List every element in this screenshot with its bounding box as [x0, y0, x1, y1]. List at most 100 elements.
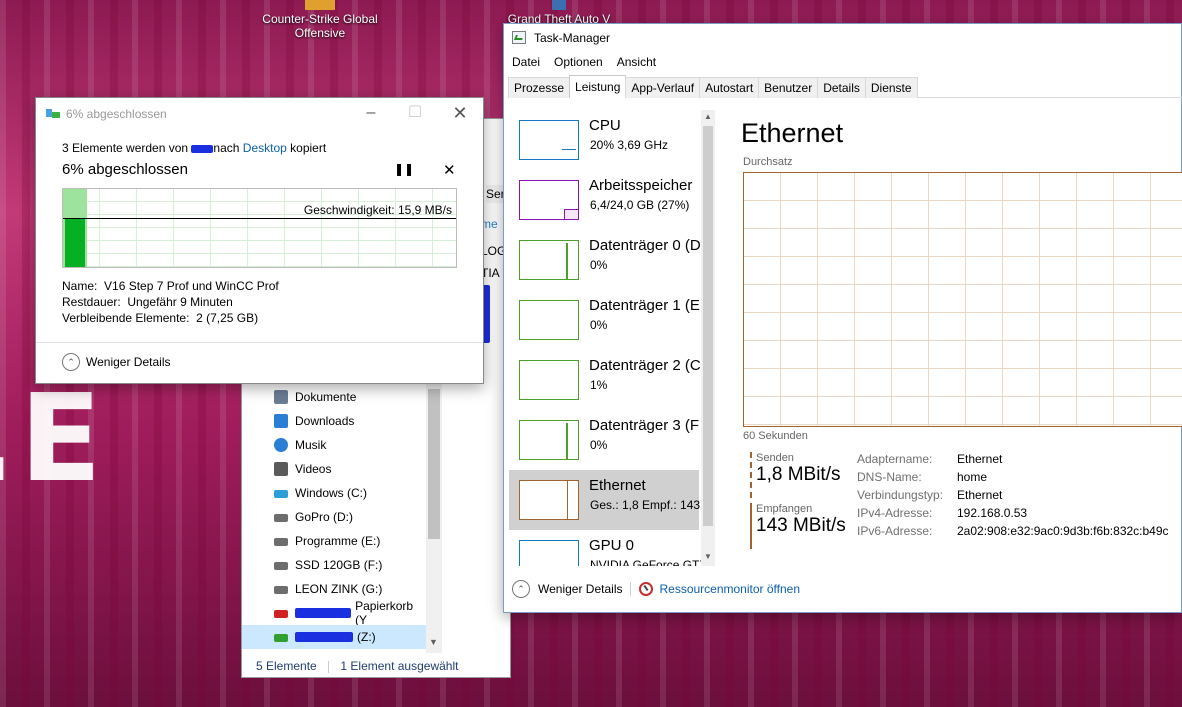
- nav-item[interactable]: LEON ZINK (G:): [242, 577, 426, 601]
- less-details-button[interactable]: Weniger Details: [538, 582, 622, 596]
- property-value: 192.168.0.53: [957, 506, 1028, 520]
- sidebar-item[interactable]: Datenträger 3 (F 0%: [509, 410, 699, 470]
- nav-item[interactable]: Papierkorb (Y: [242, 599, 426, 627]
- send-value: 1,8 MBit/s: [756, 464, 841, 485]
- property-label: IPv4-Adresse:: [857, 506, 933, 520]
- speed-label: Geschwindigkeit: 15,9 MB/s: [303, 203, 452, 217]
- mini-graph-icon: [519, 300, 579, 340]
- sidebar-item-sub: 0%: [590, 318, 608, 332]
- copy-icon: [46, 109, 60, 119]
- scrollbar-thumb[interactable]: [703, 126, 713, 526]
- nav-item[interactable]: (Z:): [242, 625, 426, 649]
- nav-item[interactable]: Downloads: [242, 409, 426, 433]
- nav-item[interactable]: GoPro (D:): [242, 505, 426, 529]
- tab-dienste[interactable]: Dienste: [864, 77, 918, 98]
- property-row: IPv4-Adresse: 192.168.0.53: [857, 506, 1169, 524]
- mini-graph-line: [566, 243, 568, 279]
- nav-item[interactable]: Windows (C:): [242, 481, 426, 505]
- nav-item[interactable]: SSD 120GB (F:): [242, 553, 426, 577]
- sidebar-scrollbar[interactable]: ▲ ▼: [701, 110, 715, 566]
- scroll-up-arrow-icon[interactable]: ▲: [704, 112, 712, 121]
- remaining-value: 2 (7,25 GB): [196, 311, 259, 325]
- progress-heading: 6% abgeschlossen: [62, 161, 188, 178]
- tab-autostart[interactable]: Autostart: [699, 77, 760, 98]
- copy-dialog: 6% abgeschlossen – ☐ ✕ 3 Elemente werden…: [35, 97, 484, 384]
- sidebar-item[interactable]: Arbeitsspeicher 6,4/24,0 GB (27%): [509, 170, 699, 230]
- scroll-down-arrow-icon[interactable]: ▼: [704, 552, 712, 561]
- nav-item-label: Papierkorb (Y: [355, 599, 414, 627]
- sidebar-item-name: Arbeitsspeicher: [589, 177, 693, 194]
- mini-graph-icon: [519, 540, 579, 566]
- explorer-status-bar: 5 Elemente 1 Element ausgewählt: [256, 659, 458, 673]
- nav-item-label: LEON ZINK (G:): [295, 582, 383, 596]
- scroll-down-arrow-icon[interactable]: ▼: [429, 637, 438, 647]
- sidebar-item-name: Datenträger 0 (D: [589, 237, 701, 254]
- close-button[interactable]: ✕: [437, 98, 483, 128]
- throughput-label: Durchsatz: [743, 156, 793, 168]
- cancel-button[interactable]: ✕: [443, 161, 456, 179]
- task-manager-window: Task-Manager Datei Optionen Ansicht Proz…: [503, 23, 1182, 613]
- status-item-count: 5 Elemente: [256, 659, 317, 673]
- drive-icon: [274, 514, 288, 522]
- property-row: Adaptername: Ethernet: [857, 452, 1169, 470]
- less-details-button[interactable]: ⌃ Weniger Details: [62, 353, 170, 371]
- tab-details[interactable]: Details: [817, 77, 866, 98]
- sidebar-item[interactable]: Ethernet Ges.: 1,8 Empf.: 143 M: [509, 470, 701, 530]
- nav-item-label: Windows (C:): [295, 486, 368, 500]
- property-label: IPv6-Adresse:: [857, 524, 933, 538]
- copy-dialog-title: 6% abgeschlossen: [66, 107, 167, 121]
- scrollbar-thumb[interactable]: [428, 389, 440, 539]
- tm-footer: ⌃ Weniger Details Ressourcenmonitor öffn…: [512, 580, 800, 598]
- destination-link[interactable]: Desktop: [243, 141, 287, 155]
- rest-label: Restdauer:: [62, 295, 121, 309]
- csgo-icon: [305, 0, 335, 10]
- menu-optionen[interactable]: Optionen: [554, 55, 603, 69]
- name-label: Name:: [62, 279, 98, 293]
- nav-item[interactable]: Dokumente: [242, 385, 426, 409]
- recv-value: 143 MBit/s: [756, 515, 846, 536]
- property-row: DNS-Name: home: [857, 470, 1169, 488]
- sidebar-item-name: Datenträger 1 (E: [589, 297, 700, 314]
- desktop-icon-csgo[interactable]: Counter-Strike Global Offensive: [258, 0, 382, 40]
- pause-button[interactable]: ❚❚: [394, 162, 414, 176]
- sidebar-item-name: Datenträger 2 (C: [589, 357, 701, 374]
- time-axis-label: 60 Sekunden: [743, 430, 808, 442]
- sidebar-item[interactable]: Datenträger 0 (D 0%: [509, 230, 701, 290]
- tab-app-verlauf[interactable]: App-Verlauf: [625, 77, 701, 98]
- nav-item[interactable]: Videos: [242, 457, 426, 481]
- minimize-button[interactable]: –: [348, 98, 394, 128]
- copy-dialog-titlebar: 6% abgeschlossen – ☐ ✕: [36, 98, 483, 128]
- property-label: Verbindungstyp:: [857, 488, 944, 502]
- menu-ansicht[interactable]: Ansicht: [617, 55, 656, 69]
- footer-separator: [630, 582, 632, 596]
- copy-description: 3 Elemente werden von nach Desktop kopie…: [62, 141, 326, 155]
- maximize-button[interactable]: ☐: [392, 98, 438, 128]
- sidebar-item[interactable]: GPU 0 NVIDIA GeForce GTX: [509, 530, 701, 566]
- navigation-scrollbar[interactable]: ▼: [426, 381, 442, 653]
- nav-item-label: Videos: [295, 462, 332, 476]
- property-value: 2a02:908:e32:9ac0:9d3b:f6b:832c:b49c: [957, 524, 1169, 538]
- sidebar-item[interactable]: Datenträger 2 (C 1%: [509, 350, 701, 410]
- windows-drive-icon: [274, 490, 288, 498]
- sidebar-item[interactable]: CPU 20% 3,69 GHz: [509, 110, 699, 170]
- sidebar-item[interactable]: Datenträger 1 (E 0%: [509, 290, 700, 350]
- copy-dialog-separator: [36, 342, 483, 343]
- nav-item[interactable]: Musik: [242, 433, 426, 457]
- status-separator: [328, 660, 330, 673]
- status-selection: 1 Element ausgewählt: [340, 659, 459, 673]
- download-arrow-icon: [274, 414, 288, 428]
- tab-prozesse[interactable]: Prozesse: [508, 77, 571, 98]
- resource-monitor-link[interactable]: Ressourcenmonitor öffnen: [659, 582, 800, 596]
- tab-benutzer[interactable]: Benutzer: [758, 77, 819, 98]
- desktop-icon-label: Counter-Strike Global Offensive: [262, 12, 378, 40]
- redaction: [191, 144, 214, 153]
- less-details-label: Weniger Details: [86, 355, 171, 369]
- send-label: Senden: [756, 452, 794, 464]
- recv-label: Empfangen: [756, 503, 813, 515]
- nav-item[interactable]: Programme (E:): [242, 529, 426, 553]
- speed-bar: [65, 219, 85, 267]
- nav-item-label: Downloads: [295, 414, 355, 428]
- mini-graph-icon: [519, 480, 579, 520]
- menu-datei[interactable]: Datei: [512, 55, 540, 69]
- tab-leistung[interactable]: Leistung: [569, 75, 627, 98]
